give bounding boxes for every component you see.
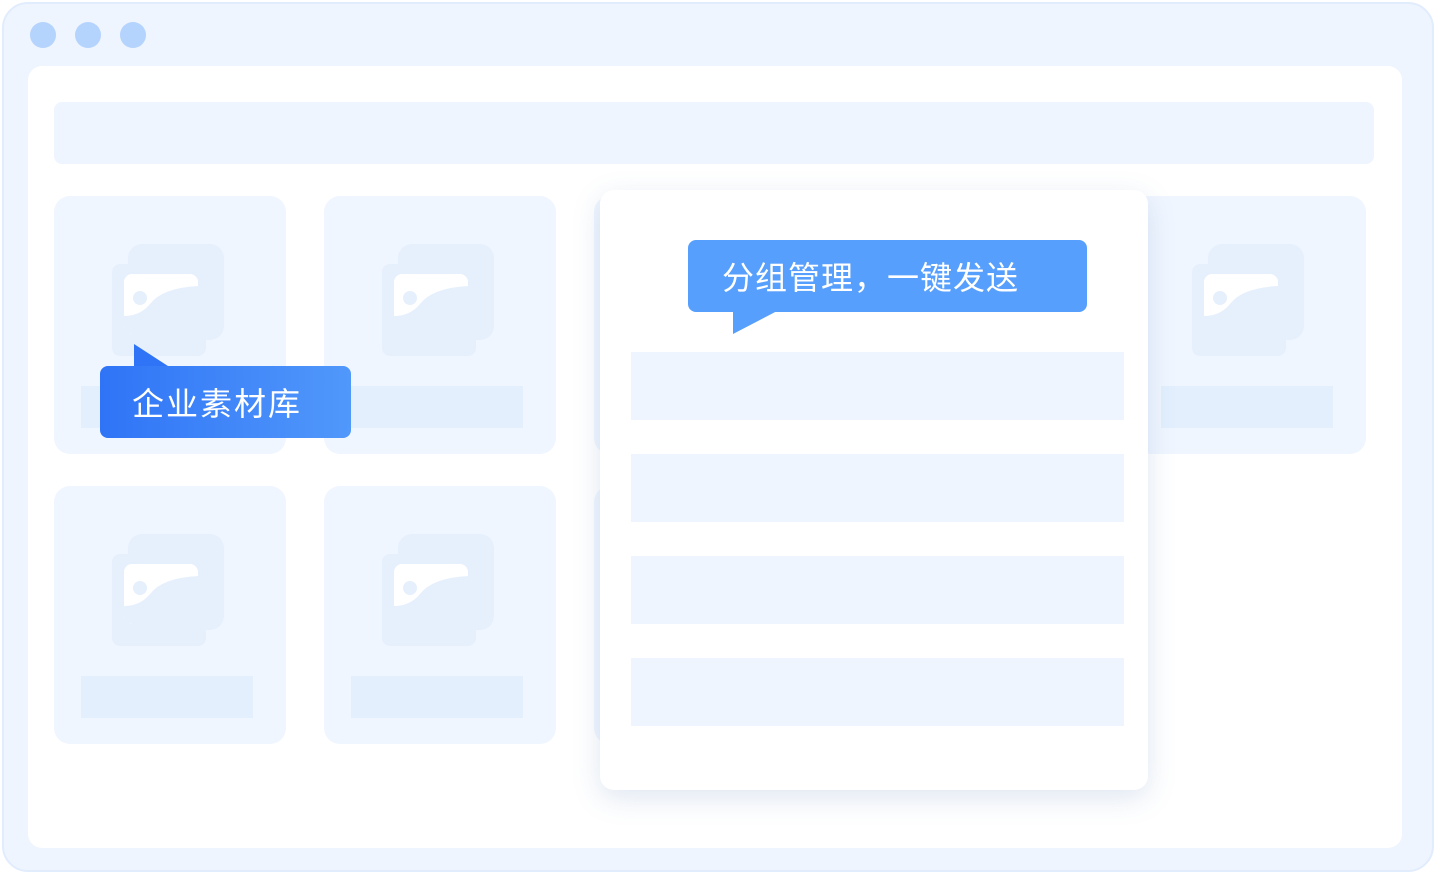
material-card[interactable] bbox=[1134, 196, 1366, 454]
library-badge-label: 企业素材库 bbox=[132, 385, 303, 423]
group-row[interactable] bbox=[631, 352, 1124, 420]
group-row[interactable] bbox=[631, 556, 1124, 624]
card-caption-placeholder bbox=[351, 386, 523, 428]
card-caption-placeholder bbox=[351, 676, 523, 718]
window-maximize-button[interactable] bbox=[120, 22, 146, 48]
image-stack-icon bbox=[1192, 244, 1304, 356]
group-row[interactable] bbox=[631, 454, 1124, 522]
window-minimize-button[interactable] bbox=[75, 22, 101, 48]
image-stack-icon bbox=[112, 534, 224, 646]
material-card[interactable] bbox=[54, 486, 286, 744]
image-stack-icon bbox=[382, 244, 494, 356]
group-row[interactable] bbox=[631, 658, 1124, 726]
image-stack-icon bbox=[382, 534, 494, 646]
group-badge-label: 分组管理，一键发送 bbox=[722, 259, 1020, 297]
library-badge-tail bbox=[134, 344, 171, 368]
material-card[interactable] bbox=[324, 196, 556, 454]
search-bar-placeholder[interactable] bbox=[54, 102, 1374, 164]
window-close-button[interactable] bbox=[30, 22, 56, 48]
card-caption-placeholder bbox=[1161, 386, 1333, 428]
group-badge-tail bbox=[733, 310, 779, 334]
image-stack-icon bbox=[112, 244, 224, 356]
material-card[interactable] bbox=[324, 486, 556, 744]
library-badge: 企业素材库 bbox=[100, 366, 351, 438]
group-badge: 分组管理，一键发送 bbox=[688, 240, 1087, 312]
card-caption-placeholder bbox=[81, 676, 253, 718]
